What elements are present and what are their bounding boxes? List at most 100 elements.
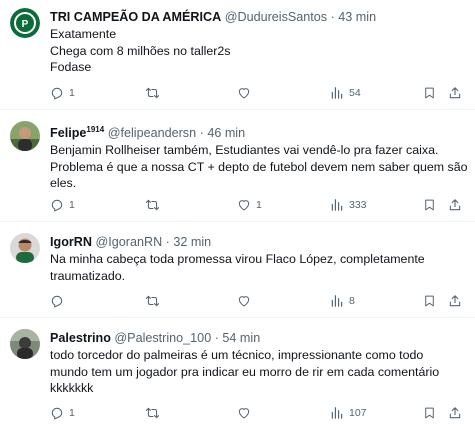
tweet-text-line: traumatizado. xyxy=(50,268,126,283)
reply-button[interactable]: 1 xyxy=(50,405,75,421)
display-name[interactable]: Palestrino xyxy=(50,331,111,345)
reply-icon xyxy=(50,294,64,308)
separator-dot: · xyxy=(165,235,170,249)
retweet-button[interactable] xyxy=(145,405,165,421)
tweet-header: IgorRN @IgoranRN · 32 min xyxy=(50,234,465,250)
timestamp[interactable]: 32 min xyxy=(173,235,211,249)
views-icon xyxy=(330,406,344,420)
views-count: 107 xyxy=(349,407,367,419)
like-button[interactable] xyxy=(237,293,256,309)
views-count: 8 xyxy=(349,295,355,307)
tweet[interactable]: Palestrino @Palestrino_100 · 54 min todo… xyxy=(0,318,475,429)
tweet[interactable]: Felipe1914 @felipeandersn · 46 min Benja… xyxy=(0,110,475,222)
timestamp[interactable]: 43 min xyxy=(338,10,376,24)
tweet-text: Benjamin Rollheiser também, Estudiantes … xyxy=(50,142,468,192)
timestamp[interactable]: 54 min xyxy=(222,331,260,345)
name-superscript: 1914 xyxy=(86,125,105,134)
share-icon xyxy=(448,86,462,100)
tweet[interactable]: IgorRN @IgoranRN · 32 min Na minha cabeç… xyxy=(0,222,475,318)
handle[interactable]: @Palestrino_100 xyxy=(114,331,211,345)
avatar[interactable] xyxy=(10,121,40,151)
bookmark-icon xyxy=(423,406,436,420)
bookmark-icon xyxy=(423,294,436,308)
tweet-text: Exatamente Chega com 8 milhões no taller… xyxy=(50,26,465,76)
heart-icon xyxy=(237,294,251,308)
tweet-text-line: Fodase xyxy=(50,60,92,74)
tweet-header: Felipe1914 @felipeandersn · 46 min xyxy=(50,122,465,141)
share-icon xyxy=(448,406,462,420)
tweet-text-line: Exatamente xyxy=(50,27,117,41)
timestamp[interactable]: 46 min xyxy=(207,126,245,140)
reply-count: 1 xyxy=(69,199,75,211)
tweet-text-line: Chega com 8 milhões no taller2s xyxy=(50,43,231,58)
reply-count: 1 xyxy=(69,87,75,99)
retweet-icon xyxy=(145,294,160,308)
bookmark-icon xyxy=(423,86,436,100)
bookmark-button[interactable] xyxy=(423,293,436,309)
display-name[interactable]: Felipe xyxy=(50,126,86,140)
tweet-text-line: todo torcedor do palmeiras é um técnico,… xyxy=(50,348,424,362)
action-bar: 8 xyxy=(50,293,461,309)
like-button[interactable]: 1 xyxy=(237,197,262,213)
separator-dot: · xyxy=(214,331,219,345)
share-icon xyxy=(448,198,462,212)
separator-dot: · xyxy=(199,126,204,141)
reply-button[interactable] xyxy=(50,293,69,309)
avatar[interactable] xyxy=(10,233,40,263)
tweet-text-line: Problema é que a nossa CT + depto de fut… xyxy=(50,159,468,174)
views-count: 333 xyxy=(349,199,367,211)
heart-icon xyxy=(237,198,251,212)
display-name[interactable]: TRI CAMPEÃO DA AMÉRICA xyxy=(50,10,221,24)
share-button[interactable] xyxy=(448,85,462,101)
tweet-header: Palestrino @Palestrino_100 · 54 min xyxy=(50,330,465,346)
tweet[interactable]: P TRI CAMPEÃO DA AMÉRICA @DudureisSantos… xyxy=(0,0,475,110)
tweet-text: todo torcedor do palmeiras é um técnico,… xyxy=(50,347,465,397)
retweet-icon xyxy=(145,406,160,420)
share-button[interactable] xyxy=(448,293,462,309)
views-button[interactable]: 333 xyxy=(330,197,367,213)
reply-icon xyxy=(50,198,64,212)
retweet-icon xyxy=(145,86,160,100)
avatar[interactable]: P xyxy=(10,8,40,38)
bookmark-button[interactable] xyxy=(423,85,436,101)
action-bar: 1 1 333 xyxy=(50,197,461,213)
bookmark-button[interactable] xyxy=(423,405,436,421)
views-count: 54 xyxy=(349,87,361,99)
share-button[interactable] xyxy=(448,197,462,213)
tweet-header: TRI CAMPEÃO DA AMÉRICA @DudureisSantos ·… xyxy=(50,9,465,25)
separator-dot: · xyxy=(330,10,335,24)
reply-button[interactable]: 1 xyxy=(50,197,75,213)
handle[interactable]: @IgoranRN xyxy=(95,235,162,249)
views-button[interactable]: 107 xyxy=(330,405,367,421)
share-button[interactable] xyxy=(448,405,462,421)
reply-icon xyxy=(50,86,64,100)
handle[interactable]: @DudureisSantos xyxy=(225,10,327,24)
views-icon xyxy=(330,294,344,308)
display-name[interactable]: IgorRN xyxy=(50,235,92,249)
retweet-button[interactable] xyxy=(145,293,165,309)
action-bar: 1 54 xyxy=(50,85,461,101)
retweet-icon xyxy=(145,198,160,212)
like-button[interactable] xyxy=(237,405,256,421)
tweet-text: Na minha cabeça toda promessa virou Flac… xyxy=(50,251,465,284)
avatar[interactable] xyxy=(10,329,40,359)
reply-count: 1 xyxy=(69,407,75,419)
heart-icon xyxy=(237,86,251,100)
tweet-text-line: Na minha cabeça toda promessa virou Flac… xyxy=(50,252,425,266)
bookmark-button[interactable] xyxy=(423,197,436,213)
tweet-text-line: kkkkkkk xyxy=(50,381,94,395)
retweet-button[interactable] xyxy=(145,197,165,213)
views-icon xyxy=(330,86,344,100)
retweet-button[interactable] xyxy=(145,85,165,101)
tweet-text-line: mundo tem um jogador pra indicar eu morr… xyxy=(50,364,440,379)
views-button[interactable]: 54 xyxy=(330,85,361,101)
tweet-feed: P TRI CAMPEÃO DA AMÉRICA @DudureisSantos… xyxy=(0,0,475,429)
like-count: 1 xyxy=(256,199,262,211)
reply-button[interactable]: 1 xyxy=(50,85,75,101)
handle[interactable]: @felipeandersn xyxy=(108,126,196,140)
bookmark-icon xyxy=(423,198,436,212)
views-button[interactable]: 8 xyxy=(330,293,355,309)
heart-icon xyxy=(237,406,251,420)
svg-text:P: P xyxy=(22,19,29,30)
like-button[interactable] xyxy=(237,85,256,101)
